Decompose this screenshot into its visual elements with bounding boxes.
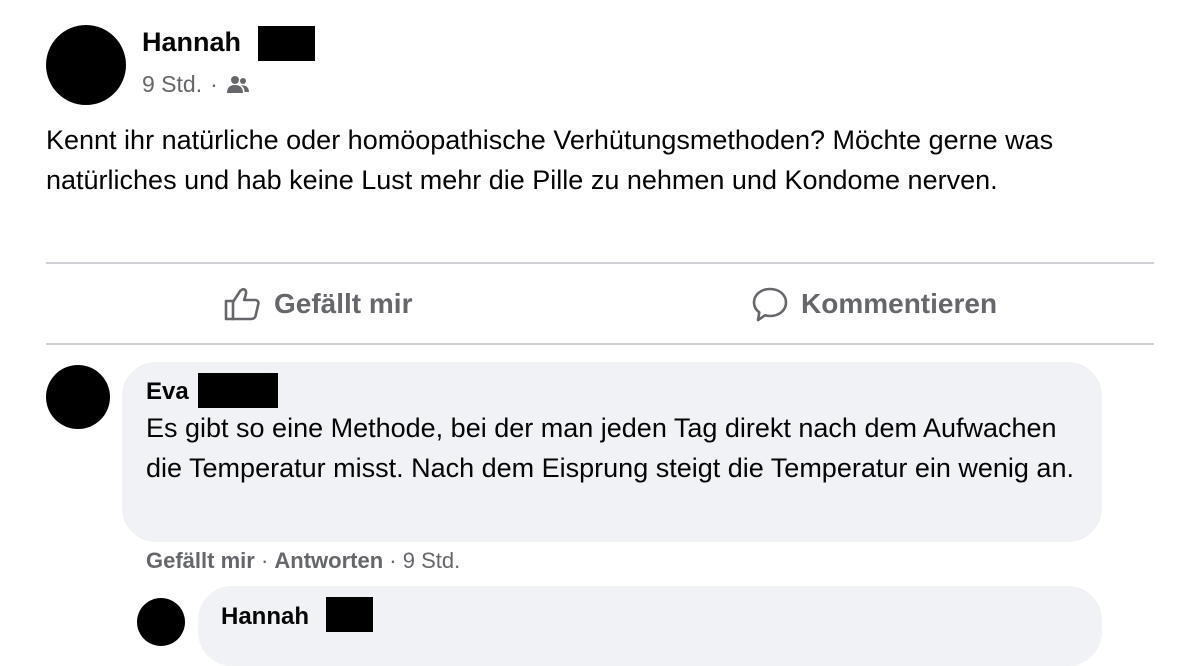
post-text: Kennt ihr natürliche oder homöopathische… <box>46 125 1054 195</box>
comment-bubble-icon <box>752 287 788 322</box>
comment-author-name[interactable]: Eva <box>146 378 189 406</box>
divider <box>46 262 1154 264</box>
post-meta: 9 Std. · <box>142 71 250 98</box>
friends-icon[interactable] <box>226 75 250 95</box>
post-author-avatar[interactable] <box>46 25 126 105</box>
action-separator: · <box>389 548 397 573</box>
post-author-name[interactable]: Hannah <box>142 27 241 58</box>
comment-button-label: Kommentieren <box>801 288 998 319</box>
like-button[interactable]: Gefällt mir <box>222 282 412 326</box>
post-timestamp[interactable]: 9 Std. <box>142 71 202 98</box>
reply-author-name[interactable]: Hannah <box>221 603 309 631</box>
redaction-bar <box>198 373 278 408</box>
comment-button[interactable]: Kommentieren <box>751 282 997 326</box>
thumbs-up-icon <box>224 288 260 321</box>
comment-actions: Gefällt mir · Antworten · 9 Std. <box>146 548 460 574</box>
meta-separator: · <box>210 71 218 97</box>
comment-timestamp[interactable]: 9 Std. <box>403 548 460 573</box>
redaction-bar <box>258 26 315 61</box>
redaction-bar <box>326 597 373 632</box>
divider <box>46 343 1154 345</box>
comment-author-avatar[interactable] <box>46 365 110 429</box>
comment-text: Es gibt so eine Methode, bei der man jed… <box>146 413 1074 483</box>
action-separator: · <box>260 548 269 573</box>
reply-author-avatar[interactable] <box>137 598 185 646</box>
comment-reply-link[interactable]: Antworten <box>274 548 383 573</box>
comment-like-link[interactable]: Gefällt mir <box>146 548 255 573</box>
like-button-label: Gefällt mir <box>274 288 413 319</box>
